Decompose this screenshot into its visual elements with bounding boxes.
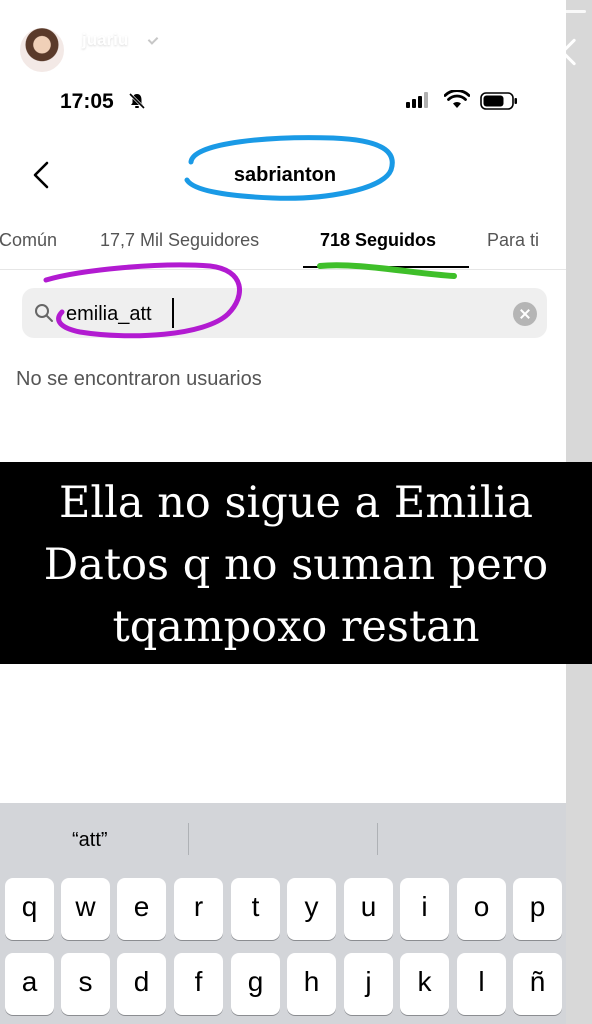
bell-muted-icon	[128, 92, 146, 110]
cellular-signal-icon	[406, 92, 428, 108]
see-translation-link[interactable]: Ver traducción	[112, 53, 223, 71]
caption-line: Datos q no suman pero	[43, 540, 549, 590]
story-caption: Ella no sigue a Emilia Datos q no suman …	[0, 462, 592, 664]
key-s[interactable]: s	[61, 953, 110, 1015]
close-icon[interactable]	[544, 34, 580, 70]
key-o[interactable]: o	[457, 878, 506, 940]
key-q[interactable]: q	[5, 878, 54, 940]
story-progress-bar	[6, 10, 587, 13]
blue-marker-circle	[184, 135, 395, 201]
tab-followers[interactable]: 17,7 Mil Seguidores	[100, 230, 259, 251]
clear-search-icon[interactable]	[513, 302, 537, 326]
key-l[interactable]: l	[457, 953, 506, 1015]
tab-following[interactable]: 718 Seguidos	[320, 230, 436, 251]
wifi-icon	[444, 90, 470, 108]
key-e[interactable]: e	[117, 878, 166, 940]
story-username[interactable]: juariu	[82, 30, 128, 50]
empty-results-message: No se encontraron usuarios	[16, 368, 262, 390]
tab-common[interactable]: Común	[0, 230, 57, 251]
key-t[interactable]: t	[231, 878, 280, 940]
verified-badge-icon	[145, 32, 161, 48]
more-options-icon[interactable]: •••	[475, 35, 515, 57]
battery-icon	[480, 92, 517, 110]
story-header: juariu 3 h Ver traducción › •••	[0, 20, 592, 90]
on-screen-keyboard: “att” q w e r t y u i o p a s d f g h j …	[0, 803, 566, 1024]
key-d[interactable]: d	[117, 953, 166, 1015]
chevron-right-icon: ›	[246, 51, 252, 71]
key-n-tilde[interactable]: ñ	[513, 953, 562, 1015]
back-arrow-icon[interactable]	[30, 160, 52, 190]
suggestion-divider	[377, 823, 378, 855]
green-marker-underline	[317, 262, 457, 279]
autocomplete-suggestion[interactable]: “att”	[72, 829, 108, 852]
key-y[interactable]: y	[287, 878, 336, 940]
avatar[interactable]	[18, 26, 66, 74]
caption-line: Ella no sigue a Emilia	[59, 478, 533, 528]
key-u[interactable]: u	[344, 878, 393, 940]
key-f[interactable]: f	[174, 953, 223, 1015]
key-h[interactable]: h	[287, 953, 336, 1015]
purple-marker-circle	[43, 262, 243, 339]
key-w[interactable]: w	[61, 878, 110, 940]
story-timestamp: 3 h	[172, 30, 196, 49]
suggestion-divider	[188, 823, 189, 855]
key-r[interactable]: r	[174, 878, 223, 940]
tab-for-you[interactable]: Para ti	[487, 230, 539, 251]
translate-icon	[84, 54, 100, 70]
key-p[interactable]: p	[513, 878, 562, 940]
key-i[interactable]: i	[400, 878, 449, 940]
key-j[interactable]: j	[344, 953, 393, 1015]
caption-line: tqampoxo restan	[112, 602, 480, 652]
autocomplete-bar: “att”	[0, 803, 566, 873]
key-k[interactable]: k	[400, 953, 449, 1015]
key-g[interactable]: g	[231, 953, 280, 1015]
status-bar-time: 17:05	[60, 90, 114, 113]
key-a[interactable]: a	[5, 953, 54, 1015]
